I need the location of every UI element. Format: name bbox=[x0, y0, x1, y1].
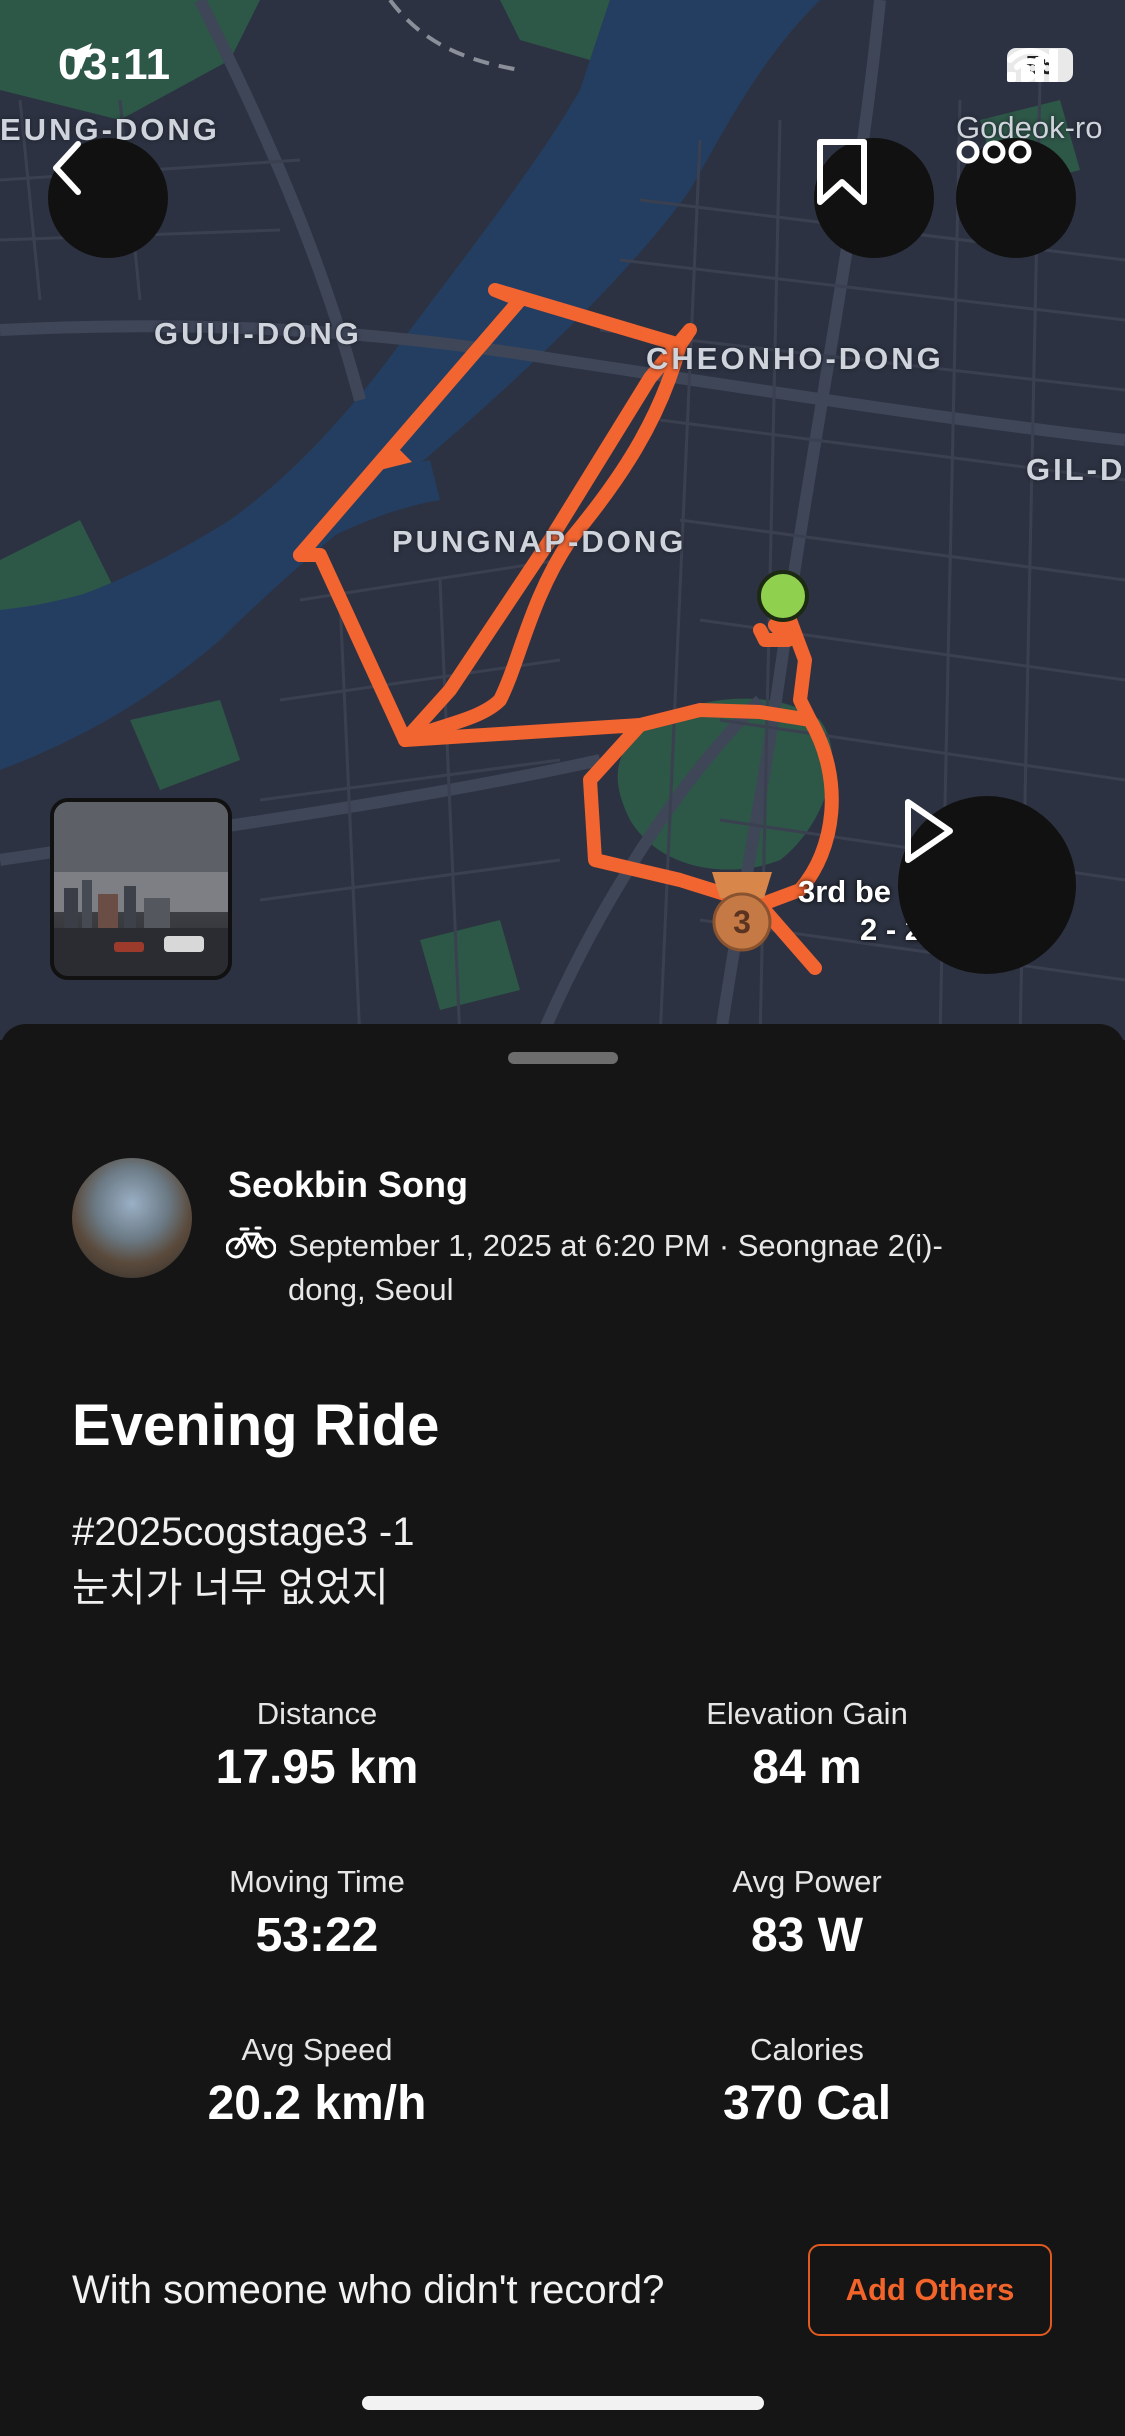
activity-photo-thumbnail[interactable] bbox=[50, 798, 232, 980]
add-others-button[interactable]: Add Others bbox=[808, 2244, 1052, 2336]
with-others-prompt: With someone who didn't record? bbox=[72, 2268, 665, 2312]
back-chevron-icon bbox=[53, 141, 81, 195]
activity-description-line2: 눈치가 너무 없었지 bbox=[72, 1566, 389, 1610]
bike-icon bbox=[226, 1226, 276, 1259]
activity-details-sheet: Seokbin Song September 1, 2025 at 6:20 P… bbox=[0, 1024, 1125, 2436]
activity-title: Evening Ride bbox=[72, 1393, 440, 1458]
map-label-guui-dong: GUUI-DONG bbox=[154, 316, 362, 351]
bookmark-button[interactable] bbox=[814, 138, 934, 258]
stat-calories: Calories 370 Cal bbox=[607, 2028, 1007, 2136]
stat-avg-speed: Avg Speed 20.2 km/h bbox=[117, 2028, 517, 2136]
activity-screen: EUNG-DONG Godeok-ro GUUI-DONG CHEONHO-DO… bbox=[0, 0, 1125, 2436]
play-icon bbox=[905, 799, 953, 863]
back-button[interactable] bbox=[48, 138, 168, 258]
activity-meta: September 1, 2025 at 6:20 PM · Seongnae … bbox=[288, 1224, 988, 1312]
stat-value: 20.2 km/h bbox=[207, 2077, 427, 2130]
athlete-avatar[interactable] bbox=[72, 1158, 192, 1278]
activity-description: #2025cogstage3 -1 눈치가 너무 없었지 bbox=[72, 1504, 415, 1616]
stat-value: 17.95 km bbox=[215, 1741, 419, 1794]
activity-meta-line1: September 1, 2025 at 6:20 PM · Seongnae … bbox=[288, 1228, 943, 1263]
activity-description-line1: #2025cogstage3 -1 bbox=[72, 1510, 415, 1554]
stat-label: Calories bbox=[750, 2032, 864, 2067]
stat-elevation-gain: Elevation Gain 84 m bbox=[607, 1692, 1007, 1800]
location-arrow-icon bbox=[66, 43, 92, 70]
stat-label: Moving Time bbox=[229, 1864, 405, 1899]
status-time: 03:11 bbox=[58, 40, 171, 90]
stat-moving-time: Moving Time 53:22 bbox=[117, 1860, 517, 1968]
stat-label: Avg Speed bbox=[241, 2032, 393, 2067]
map-label-gil-d: GIL-D bbox=[1026, 452, 1125, 487]
map-label-cheonho-dong: CHEONHO-DONG bbox=[646, 341, 944, 376]
bookmark-icon bbox=[817, 139, 867, 205]
start-marker bbox=[757, 570, 809, 622]
athlete-name[interactable]: Seokbin Song bbox=[228, 1164, 468, 1206]
stat-value: 83 W bbox=[750, 1909, 864, 1962]
segment-medal[interactable]: 3 bbox=[706, 870, 778, 952]
activity-meta-line2: dong, Seoul bbox=[288, 1272, 454, 1307]
route-map[interactable]: EUNG-DONG Godeok-ro GUUI-DONG CHEONHO-DO… bbox=[0, 0, 1125, 1040]
segment-medal-rank: 3 bbox=[733, 904, 751, 940]
stat-value: 53:22 bbox=[255, 1909, 379, 1962]
stat-label: Avg Power bbox=[732, 1864, 882, 1899]
stat-value: 84 m bbox=[752, 1741, 862, 1794]
status-bar: 03:11 55 bbox=[0, 0, 1125, 140]
stat-value: 370 Cal bbox=[722, 2077, 892, 2130]
wifi-icon bbox=[1007, 48, 1053, 81]
status-icons: 55 bbox=[1007, 48, 1073, 82]
home-indicator[interactable] bbox=[362, 2396, 764, 2410]
stat-avg-power: Avg Power 83 W bbox=[607, 1860, 1007, 1968]
sheet-drag-handle[interactable] bbox=[508, 1052, 618, 1064]
flyover-play-button[interactable] bbox=[898, 796, 1076, 974]
stat-label: Elevation Gain bbox=[706, 1696, 908, 1731]
stat-distance: Distance 17.95 km bbox=[117, 1692, 517, 1800]
more-icon bbox=[956, 140, 1032, 164]
map-label-pungnap-dong: PUNGNAP-DONG bbox=[392, 524, 687, 559]
more-options-button[interactable] bbox=[956, 138, 1076, 258]
stat-label: Distance bbox=[256, 1696, 378, 1731]
photo-image bbox=[54, 802, 228, 976]
